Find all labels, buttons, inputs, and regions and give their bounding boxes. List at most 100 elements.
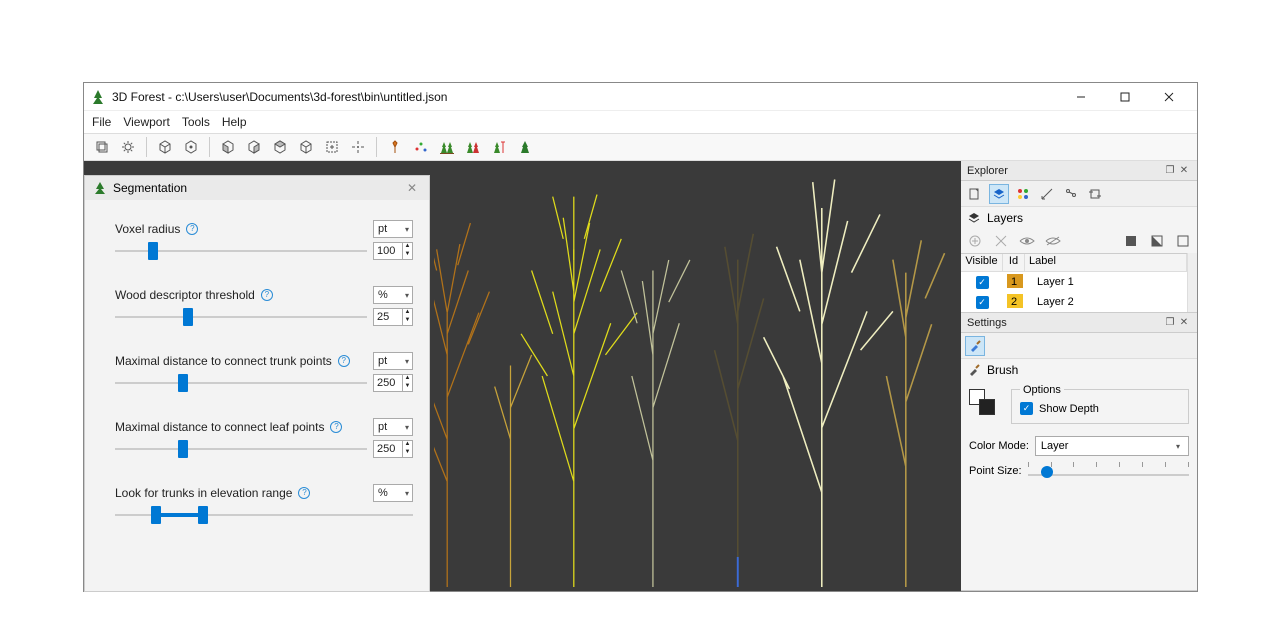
- toolbar: [84, 133, 1197, 161]
- explorer-close-icon[interactable]: ✕: [1177, 165, 1191, 176]
- visible-checkbox[interactable]: ✓: [976, 296, 989, 309]
- brush-label: Brush: [987, 363, 1018, 377]
- viewport-right[interactable]: [699, 165, 958, 587]
- visible-checkbox[interactable]: ✓: [976, 276, 989, 289]
- wood-threshold-unit[interactable]: %▾: [373, 286, 413, 304]
- layers-icon: [967, 211, 981, 225]
- tree-icon: [93, 181, 107, 195]
- tool-segment-seed[interactable]: [383, 135, 407, 159]
- settings-panel: Settings ❐ ✕ Brush: [961, 313, 1197, 591]
- voxel-radius-slider[interactable]: [115, 242, 367, 260]
- trunk-distance-slider[interactable]: [115, 374, 367, 392]
- tool-tree-height[interactable]: [487, 135, 511, 159]
- tool-view-top[interactable]: [268, 135, 292, 159]
- help-icon[interactable]: ?: [261, 289, 273, 301]
- menu-tools[interactable]: Tools: [182, 115, 210, 129]
- explorer-tab-crop[interactable]: [1085, 184, 1105, 204]
- viewport-left[interactable]: [434, 165, 693, 587]
- select-all-icon[interactable]: [1123, 233, 1139, 249]
- explorer-tab-classes[interactable]: [1013, 184, 1033, 204]
- explorer-title: Explorer: [967, 165, 1008, 177]
- voxel-radius-unit[interactable]: pt▾: [373, 220, 413, 238]
- col-visible[interactable]: Visible: [961, 254, 1003, 271]
- elevation-range-unit[interactable]: %▾: [373, 484, 413, 502]
- explorer-tab-files[interactable]: [965, 184, 985, 204]
- explorer-undock-icon[interactable]: ❐: [1163, 165, 1177, 176]
- layers-scrollbar[interactable]: [1187, 253, 1197, 312]
- trunk-distance-value[interactable]: 250▲▼: [373, 374, 413, 392]
- right-column: Explorer ❐ ✕ Layers: [961, 161, 1197, 591]
- tool-view-front[interactable]: [216, 135, 240, 159]
- elevation-range-slider[interactable]: [115, 506, 413, 524]
- tool-center[interactable]: [346, 135, 370, 159]
- leaf-distance-unit[interactable]: pt▾: [373, 418, 413, 436]
- table-row[interactable]: ✓ 2 Layer 2: [961, 292, 1187, 312]
- help-icon[interactable]: ?: [298, 487, 310, 499]
- elevation-range-label: Look for trunks in elevation range: [115, 486, 292, 500]
- explorer-tab-measure[interactable]: [1037, 184, 1057, 204]
- settings-undock-icon[interactable]: ❐: [1163, 317, 1177, 328]
- layer-label: Layer 1: [1033, 276, 1187, 288]
- brush-icon: [967, 363, 981, 377]
- tool-settings[interactable]: [116, 135, 140, 159]
- color-mode-select[interactable]: Layer▾: [1035, 436, 1189, 456]
- layer-label: Layer 2: [1033, 296, 1187, 308]
- layers-label: Layers: [987, 211, 1023, 225]
- delete-layer-icon[interactable]: [993, 233, 1009, 249]
- tool-tree-single[interactable]: [513, 135, 537, 159]
- close-button[interactable]: [1147, 83, 1191, 111]
- minimize-button[interactable]: [1059, 83, 1103, 111]
- tool-fit[interactable]: [320, 135, 344, 159]
- app-logo-icon: [90, 89, 106, 105]
- color-swatches[interactable]: [969, 389, 997, 417]
- menu-viewport[interactable]: Viewport: [123, 115, 169, 129]
- wood-threshold-slider[interactable]: [115, 308, 367, 326]
- point-size-label: Point Size:: [969, 465, 1022, 477]
- explorer-tab-layers[interactable]: [989, 184, 1009, 204]
- select-none-icon[interactable]: [1175, 233, 1191, 249]
- settings-tab-brush[interactable]: [965, 336, 985, 356]
- voxel-radius-label: Voxel radius: [115, 222, 180, 236]
- leaf-distance-slider[interactable]: [115, 440, 367, 458]
- tool-segment-points[interactable]: [409, 135, 433, 159]
- add-layer-icon[interactable]: [967, 233, 983, 249]
- segmentation-close-icon[interactable]: ✕: [403, 181, 421, 195]
- show-depth-label: Show Depth: [1039, 403, 1099, 415]
- tool-forest-b[interactable]: [461, 135, 485, 159]
- tool-cube-wire-b[interactable]: [179, 135, 203, 159]
- show-depth-checkbox[interactable]: ✓: [1020, 402, 1033, 415]
- help-icon[interactable]: ?: [338, 355, 350, 367]
- leaf-distance-value[interactable]: 250▲▼: [373, 440, 413, 458]
- options-legend: Options: [1020, 384, 1064, 396]
- wood-threshold-value[interactable]: 25▲▼: [373, 308, 413, 326]
- table-row[interactable]: ✓ 1 Layer 1: [961, 272, 1187, 292]
- segmentation-header: Segmentation ✕: [85, 176, 429, 200]
- explorer-header: Explorer ❐ ✕: [961, 161, 1197, 181]
- window-title: 3D Forest - c:\Users\user\Documents\3d-f…: [112, 90, 1059, 104]
- tool-view-side[interactable]: [242, 135, 266, 159]
- maximize-button[interactable]: [1103, 83, 1147, 111]
- trunk-distance-unit[interactable]: pt▾: [373, 352, 413, 370]
- col-id[interactable]: Id: [1003, 254, 1025, 271]
- explorer-tab-graph[interactable]: [1061, 184, 1081, 204]
- tool-forest-a[interactable]: [435, 135, 459, 159]
- explorer-panel: Explorer ❐ ✕ Layers: [961, 161, 1197, 313]
- tool-cube-wire[interactable]: [153, 135, 177, 159]
- settings-close-icon[interactable]: ✕: [1177, 317, 1191, 328]
- tool-view-iso[interactable]: [294, 135, 318, 159]
- menu-file[interactable]: File: [92, 115, 111, 129]
- menu-help[interactable]: Help: [222, 115, 247, 129]
- tool-copy[interactable]: [90, 135, 114, 159]
- point-size-slider[interactable]: [1028, 462, 1189, 480]
- show-layer-icon[interactable]: [1019, 233, 1035, 249]
- help-icon[interactable]: ?: [186, 223, 198, 235]
- help-icon[interactable]: ?: [330, 421, 342, 433]
- titlebar: 3D Forest - c:\Users\user\Documents\3d-f…: [84, 83, 1197, 111]
- voxel-radius-value[interactable]: 100▲▼: [373, 242, 413, 260]
- layers-subheader: Layers: [961, 207, 1197, 229]
- settings-header: Settings ❐ ✕: [961, 313, 1197, 333]
- wood-threshold-label: Wood descriptor threshold: [115, 288, 255, 302]
- hide-layer-icon[interactable]: [1045, 233, 1061, 249]
- select-invert-icon[interactable]: [1149, 233, 1165, 249]
- col-label[interactable]: Label: [1025, 254, 1187, 271]
